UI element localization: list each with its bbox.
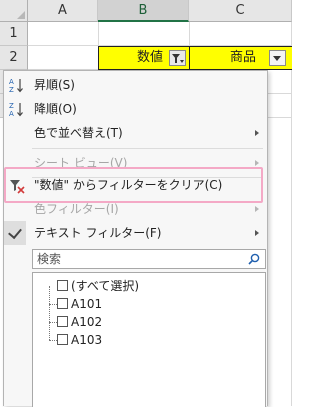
search-input[interactable]: 検索 [32, 249, 266, 269]
row-header-1[interactable]: 1 [0, 22, 28, 46]
svg-text:Z: Z [9, 86, 14, 93]
tree-line [49, 340, 57, 342]
header-cell-value-text: 数値 [136, 50, 163, 65]
menu-item-color-filter: 色フィルター(I) [4, 197, 267, 221]
column-header-b[interactable]: B [98, 0, 189, 22]
option-label: A102 [71, 315, 103, 329]
sort-ascending-icon: A Z [9, 78, 23, 93]
menu-item-sort-by-color[interactable]: 色で並べ替え(T) [4, 121, 267, 145]
checkbox[interactable] [57, 316, 68, 327]
grid-line [291, 22, 292, 406]
menu-item-label: 色フィルター(I) [34, 202, 119, 216]
option-a102[interactable]: A102 [57, 313, 102, 331]
submenu-arrow-icon [255, 206, 259, 212]
svg-text:A: A [9, 78, 14, 86]
menu-item-label: テキスト フィルター(F) [34, 226, 162, 240]
menu-item-text-filter[interactable]: テキスト フィルター(F) [4, 221, 267, 245]
menu-item-label: 色で並べ替え(T) [34, 126, 123, 140]
tree-line [49, 304, 57, 306]
menu-item-label: 昇順(S) [34, 78, 75, 92]
funnel-stem [175, 58, 177, 63]
tree-line [49, 286, 51, 340]
option-label: A103 [71, 333, 103, 347]
option-label: A101 [71, 297, 103, 311]
tree-line [49, 322, 57, 324]
checkmark-icon [8, 224, 22, 240]
option-a103[interactable]: A103 [57, 331, 102, 349]
option-label: (すべて選択) [71, 279, 140, 293]
menu-item-sort-ascending[interactable]: A Z 昇順(S) [4, 73, 267, 97]
filter-value-list[interactable]: (すべて選択) A101 A102 A103 [32, 272, 266, 407]
submenu-arrow-icon [255, 130, 259, 136]
chevron-down-icon [180, 60, 184, 63]
header-cell-value[interactable]: 数値 [98, 46, 190, 70]
column-header-c[interactable]: C [189, 0, 292, 22]
filter-dropdown-button-active[interactable] [169, 50, 186, 66]
menu-item-label: 降順(O) [34, 102, 77, 116]
header-cell-product[interactable]: 商品 [189, 46, 292, 70]
filter-dropdown-button[interactable] [269, 50, 286, 66]
checkbox[interactable] [57, 280, 68, 291]
checkbox[interactable] [57, 334, 68, 345]
menu-item-sort-descending[interactable]: Z A 降順(O) [4, 97, 267, 121]
column-header-a[interactable]: A [28, 0, 98, 22]
svg-text:A: A [9, 110, 14, 117]
search-placeholder: 検索 [37, 252, 62, 266]
sort-descending-icon: Z A [9, 102, 23, 117]
checkbox[interactable] [57, 298, 68, 309]
menu-separator [32, 148, 263, 149]
grid-row-1[interactable] [28, 22, 292, 46]
option-select-all[interactable]: (すべて選択) [57, 277, 139, 295]
header-cell-product-text: 商品 [229, 50, 256, 65]
row-header-2[interactable]: 2 [0, 46, 28, 70]
submenu-arrow-icon [255, 230, 259, 236]
svg-text:Z: Z [9, 102, 14, 110]
select-all-corner[interactable] [0, 0, 28, 22]
submenu-arrow-icon [255, 160, 259, 166]
autofilter-menu: A Z 昇順(S) Z A 降順(O) 色で並べ替え(T) シート ビュー(V)… [3, 70, 268, 407]
search-icon [248, 253, 260, 265]
chevron-down-icon [273, 56, 281, 61]
option-a101[interactable]: A101 [57, 295, 102, 313]
check-background [4, 221, 26, 245]
